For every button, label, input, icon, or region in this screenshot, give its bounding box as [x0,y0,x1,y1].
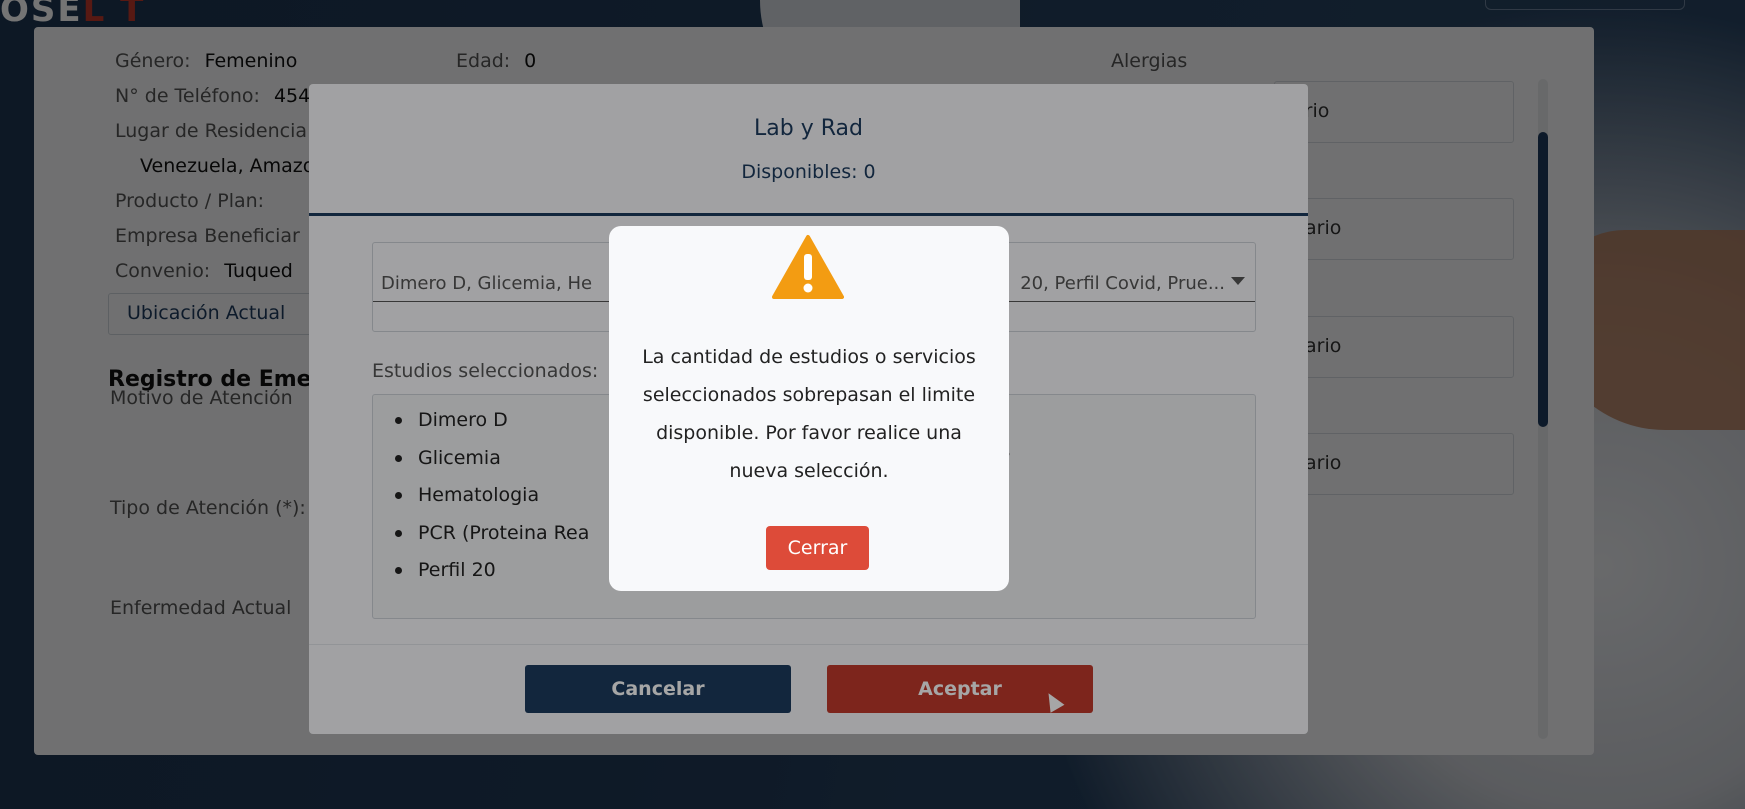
alert-dialog: La cantidad de estudios o servicios sele… [609,226,1009,591]
close-button[interactable]: Cerrar [766,526,869,570]
warning-icon [772,235,844,299]
alert-message: La cantidad de estudios o servicios sele… [642,346,976,482]
